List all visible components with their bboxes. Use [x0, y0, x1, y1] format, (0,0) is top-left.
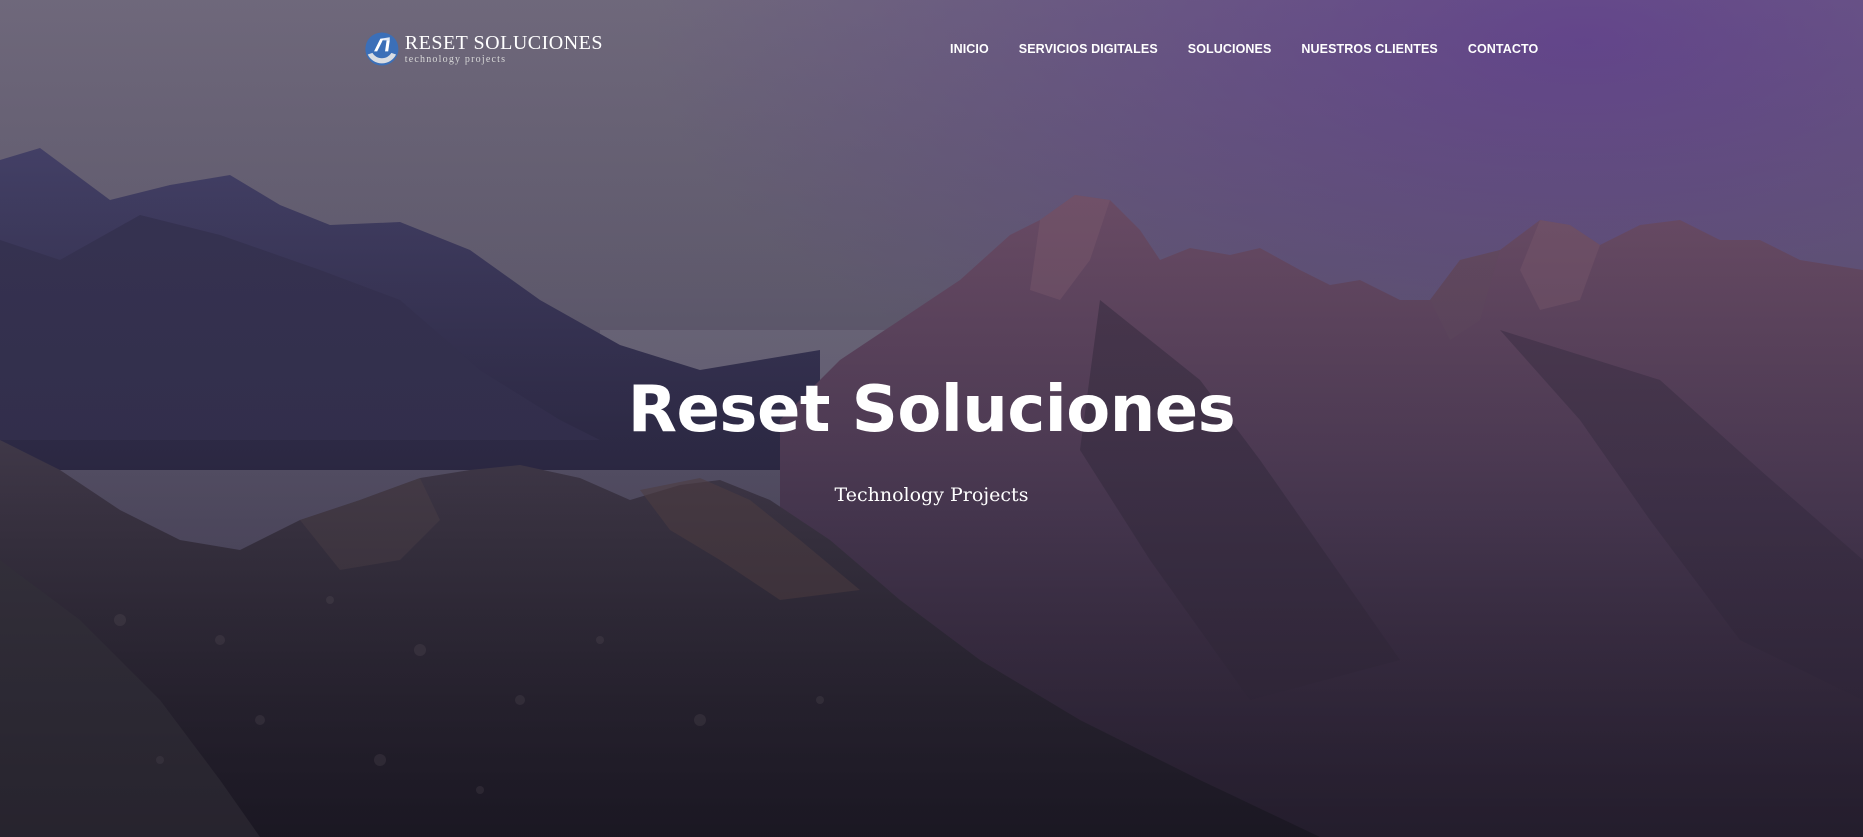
main-nav: INICIO SERVICIOS DIGITALES SOLUCIONES NU…	[950, 38, 1538, 60]
site-logo[interactable]: RESET SOLUCIONES technology projects	[363, 24, 603, 74]
nav-item-nuestros-clientes[interactable]: NUESTROS CLIENTES	[1301, 42, 1437, 56]
site-header: RESET SOLUCIONES technology projects INI…	[0, 0, 1863, 100]
hero-subtitle: Technology Projects	[834, 484, 1029, 506]
logo-tagline: technology projects	[404, 54, 507, 65]
hero-title: Reset Soluciones	[627, 373, 1236, 447]
logo-name: RESET SOLUCIONES	[404, 32, 603, 54]
reset-logo-icon	[365, 32, 399, 66]
nav-item-servicios-digitales[interactable]: SERVICIOS DIGITALES	[1019, 42, 1158, 56]
nav-item-inicio[interactable]: INICIO	[950, 42, 989, 56]
nav-item-soluciones[interactable]: SOLUCIONES	[1188, 42, 1272, 56]
hero-section: RESET SOLUCIONES technology projects INI…	[0, 0, 1863, 837]
nav-item-contacto[interactable]: CONTACTO	[1468, 42, 1538, 56]
